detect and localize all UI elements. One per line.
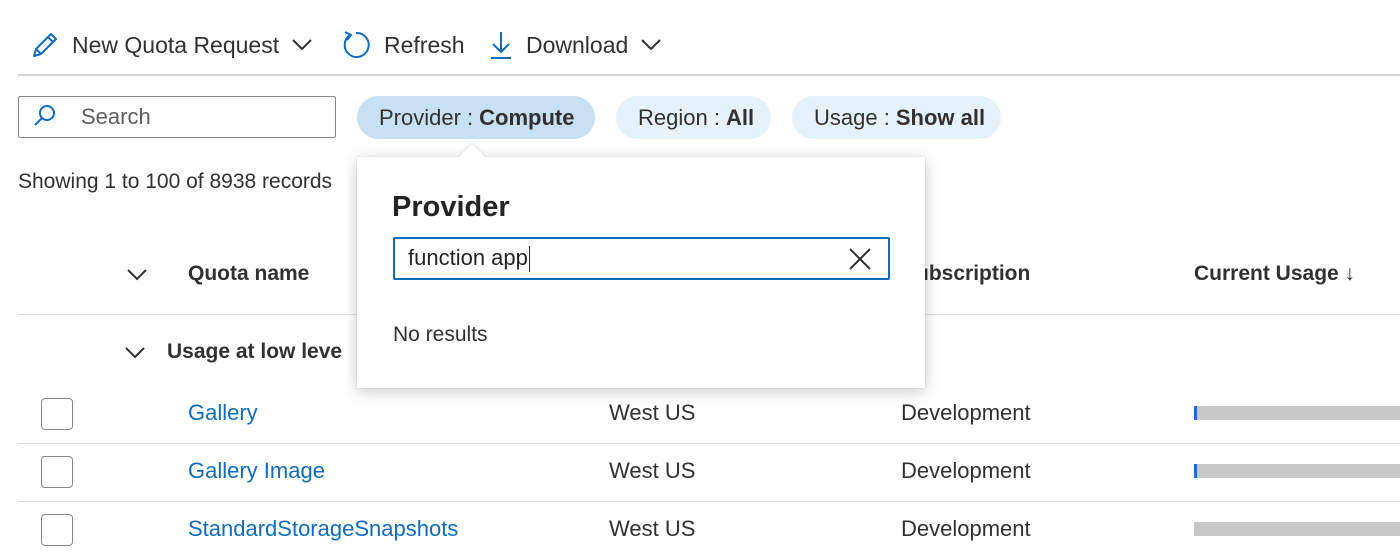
provider-search-value: function app	[408, 244, 528, 270]
chevron-down-icon	[640, 38, 662, 52]
pencil-icon	[30, 30, 60, 60]
quota-name-link[interactable]: StandardStorageSnapshots	[188, 516, 458, 542]
row-checkbox[interactable]	[41, 398, 73, 430]
provider-filter-value: Compute	[479, 104, 575, 130]
column-current-usage[interactable]: Current Usage ↓	[1194, 262, 1355, 286]
no-results-text: No results	[393, 323, 488, 346]
row-region: West US	[609, 458, 696, 483]
region-filter-key: Region :	[638, 104, 720, 130]
search-input[interactable]: Search	[18, 96, 336, 138]
provider-search-input[interactable]: function app	[393, 237, 890, 280]
usage-bar-fill	[1194, 406, 1198, 420]
quota-name-link[interactable]: Gallery Image	[188, 458, 325, 484]
row-subscription: Development	[901, 400, 1031, 425]
search-placeholder: Search	[81, 104, 151, 129]
collapse-all-chevron-icon[interactable]	[126, 268, 148, 287]
usage-bar	[1194, 406, 1400, 420]
group-label: Usage at low leve	[167, 340, 343, 363]
usage-bar	[1194, 464, 1400, 478]
region-filter-value: All	[725, 104, 755, 130]
new-quota-request-button[interactable]: New Quota Request	[30, 24, 313, 66]
popup-beak	[459, 144, 485, 170]
popup-title: Provider	[392, 191, 510, 223]
usage-filter-value: Show all	[895, 104, 986, 130]
row-checkbox[interactable]	[41, 456, 73, 488]
row-subscription: Development	[901, 458, 1031, 483]
row-subscription: Development	[901, 516, 1031, 541]
row-region: West US	[609, 516, 696, 541]
chevron-down-icon	[291, 38, 313, 52]
provider-filter-pill[interactable]: Provider : Compute	[357, 96, 595, 139]
provider-filter-key: Provider :	[379, 104, 474, 130]
usage-filter-pill[interactable]: Usage : Show all	[792, 96, 1001, 139]
search-icon	[33, 103, 57, 132]
usage-bar	[1194, 522, 1400, 536]
usage-filter-key: Usage :	[814, 104, 890, 130]
table-row: Gallery West US Development	[18, 386, 1400, 444]
refresh-icon	[340, 29, 372, 61]
download-label: Download	[526, 31, 629, 58]
close-icon[interactable]	[846, 245, 874, 278]
row-region: West US	[609, 400, 696, 425]
provider-filter-popup: Provider function app No results	[357, 144, 925, 388]
new-quota-request-label: New Quota Request	[72, 31, 280, 58]
quota-name-link[interactable]: Gallery	[188, 400, 258, 426]
refresh-label: Refresh	[384, 31, 465, 58]
download-icon	[488, 29, 514, 61]
text-caret	[528, 246, 530, 273]
table-row: Gallery Image West US Development	[18, 444, 1400, 502]
download-button[interactable]: Download	[488, 24, 662, 66]
chevron-down-icon[interactable]	[124, 346, 146, 365]
refresh-button[interactable]: Refresh	[340, 24, 465, 66]
row-checkbox[interactable]	[41, 514, 73, 546]
records-count: Showing 1 to 100 of 8938 records	[18, 170, 333, 193]
column-quota-name[interactable]: Quota name	[188, 262, 309, 286]
region-filter-pill[interactable]: Region : All	[616, 96, 771, 139]
usage-bar-fill	[1194, 464, 1198, 478]
command-bar: New Quota Request Refresh Download	[18, 0, 1400, 76]
table-row: StandardStorageSnapshots West US Develop…	[18, 502, 1400, 555]
